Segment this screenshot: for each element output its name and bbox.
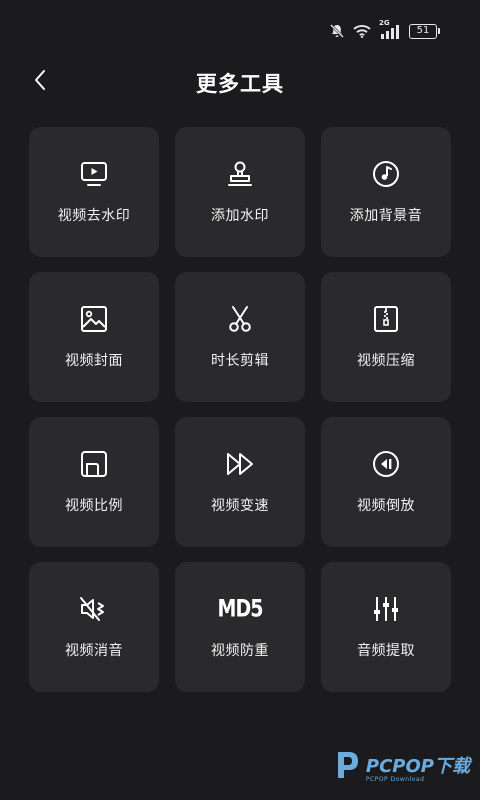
tool-video-speed[interactable]: 视频变速 xyxy=(175,417,305,547)
tool-video-mute[interactable]: 视频消音 xyxy=(29,562,159,692)
tool-video-dedupe[interactable]: MD5 视频防重 xyxy=(175,562,305,692)
tool-label: 音频提取 xyxy=(357,643,415,659)
site-watermark: PCPOP下载 PCPOP Download xyxy=(332,748,470,786)
music-note-icon xyxy=(370,158,402,190)
tool-label: 添加水印 xyxy=(211,208,269,224)
tool-add-background-music[interactable]: 添加背景音 xyxy=(321,127,451,257)
tool-label: 视频封面 xyxy=(65,353,123,369)
zip-file-icon xyxy=(370,303,402,335)
tool-video-reverse[interactable]: 视频倒放 xyxy=(321,417,451,547)
header: 更多工具 xyxy=(0,60,480,104)
signal-icon: 2G xyxy=(379,19,401,40)
tool-label: 视频比例 xyxy=(65,498,123,514)
speaker-mute-icon xyxy=(78,593,110,625)
tools-grid: 视频去水印 添加水印 添加背景音 视频封面 时长剪辑 视频压缩 视频比例 视频变… xyxy=(29,127,451,692)
tool-label: 视频防重 xyxy=(211,643,269,659)
tool-trim-duration[interactable]: 时长剪辑 xyxy=(175,272,305,402)
equalizer-icon xyxy=(370,593,402,625)
image-icon xyxy=(78,303,110,335)
fast-forward-icon xyxy=(224,448,256,480)
watermark-brand: PCPOP下载 xyxy=(365,755,470,777)
status-icons: 2G 51 xyxy=(329,19,440,42)
md5-icon: MD5 xyxy=(218,593,264,625)
tool-remove-watermark[interactable]: 视频去水印 xyxy=(29,127,159,257)
wifi-icon xyxy=(353,24,371,38)
md5-icon-text: MD5 xyxy=(217,595,264,623)
tool-label: 视频消音 xyxy=(65,643,123,659)
tool-label: 添加背景音 xyxy=(349,208,423,224)
rewind-icon xyxy=(370,448,402,480)
tool-video-cover[interactable]: 视频封面 xyxy=(29,272,159,402)
tool-label: 视频压缩 xyxy=(357,353,415,369)
mute-bell-icon xyxy=(329,23,345,39)
tv-play-icon xyxy=(78,158,110,190)
tool-video-ratio[interactable]: 视频比例 xyxy=(29,417,159,547)
stamp-icon xyxy=(224,158,256,190)
battery-icon: 51 xyxy=(409,23,440,39)
pcpop-logo-icon xyxy=(332,748,362,786)
tool-add-watermark[interactable]: 添加水印 xyxy=(175,127,305,257)
page-title: 更多工具 xyxy=(196,72,284,96)
tool-label: 时长剪辑 xyxy=(211,353,269,369)
tool-label: 视频倒放 xyxy=(357,498,415,514)
tool-video-compress[interactable]: 视频压缩 xyxy=(321,272,451,402)
tool-label: 视频去水印 xyxy=(57,208,131,224)
tool-audio-extract[interactable]: 音频提取 xyxy=(321,562,451,692)
scissors-icon xyxy=(224,303,256,335)
aspect-ratio-icon xyxy=(78,448,110,480)
status-bar: 2G 51 xyxy=(0,0,480,60)
battery-level: 51 xyxy=(409,23,437,39)
tool-label: 视频变速 xyxy=(211,498,269,514)
